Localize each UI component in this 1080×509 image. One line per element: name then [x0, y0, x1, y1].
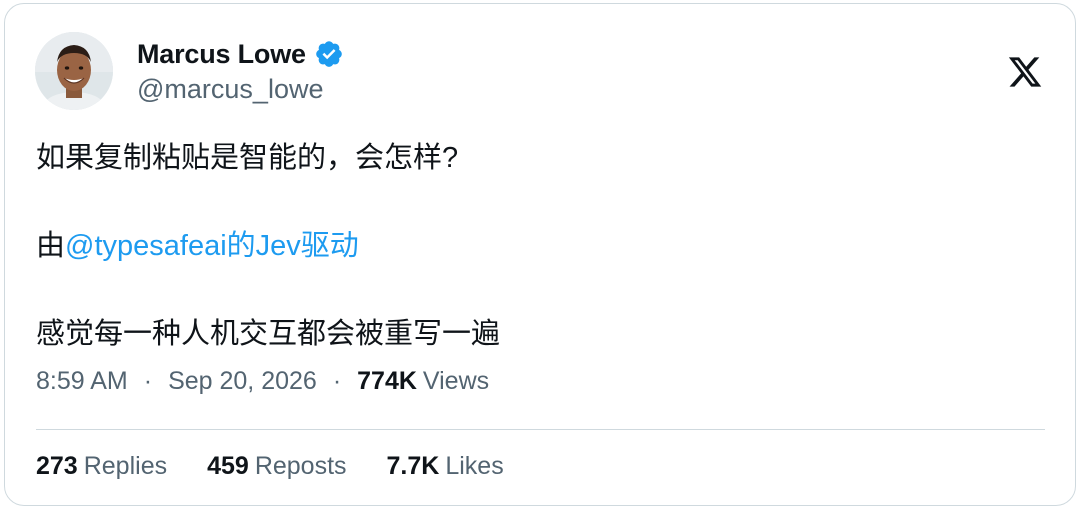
verified-badge-icon [314, 39, 344, 69]
mention-link[interactable]: @typesafeai的Jev驱动 [65, 230, 359, 262]
author-name-row: Marcus Lowe [137, 36, 344, 72]
reposts-label: Reposts [254, 452, 347, 480]
likes-count: 7.7K [386, 452, 440, 480]
person-avatar-icon [35, 32, 113, 110]
x-logo-icon[interactable] [1007, 54, 1043, 90]
reposts-stat[interactable]: 459 Reposts [207, 452, 346, 481]
tweet-date[interactable]: Sep 20, 2026 [168, 367, 317, 396]
author-name[interactable]: Marcus Lowe [137, 39, 306, 70]
tweet-paragraph-gap [36, 180, 500, 224]
engagement-stats: 273 Replies 459 Reposts 7.7K Likes [36, 452, 544, 481]
tweet-card[interactable]: Marcus Lowe @marcus_lowe 如果复制粘贴是智能的，会怎样?… [4, 3, 1076, 506]
tweet-line: 如果复制粘贴是智能的，会怎样? [36, 142, 459, 174]
views-count: 774K [357, 367, 417, 395]
avatar[interactable] [35, 32, 113, 110]
likes-label: Likes [445, 452, 504, 480]
reposts-count: 459 [207, 452, 249, 480]
tweet-time[interactable]: 8:59 AM [36, 367, 128, 396]
replies-label: Replies [83, 452, 168, 480]
tweet-meta: 8:59 AM · Sep 20, 2026 · 774K Views [36, 367, 489, 396]
replies-stat[interactable]: 273 Replies [36, 452, 167, 481]
replies-count: 273 [36, 452, 78, 480]
tweet-text: 如果复制粘贴是智能的，会怎样? 由@typesafeai的Jev驱动 感觉每一种… [36, 136, 500, 356]
author-handle[interactable]: @marcus_lowe [137, 74, 323, 105]
meta-separator: · [143, 367, 153, 395]
tweet-line: 由@typesafeai的Jev驱动 [36, 224, 500, 268]
tweet-line: 感觉每一种人机交互都会被重写一遍 [36, 318, 501, 350]
tweet-text-segment: 由 [36, 230, 66, 262]
tweet-paragraph-gap [36, 268, 500, 312]
meta-separator: · [332, 367, 342, 395]
divider [36, 429, 1045, 430]
views-label: Views [422, 367, 490, 395]
likes-stat[interactable]: 7.7K Likes [387, 452, 504, 481]
